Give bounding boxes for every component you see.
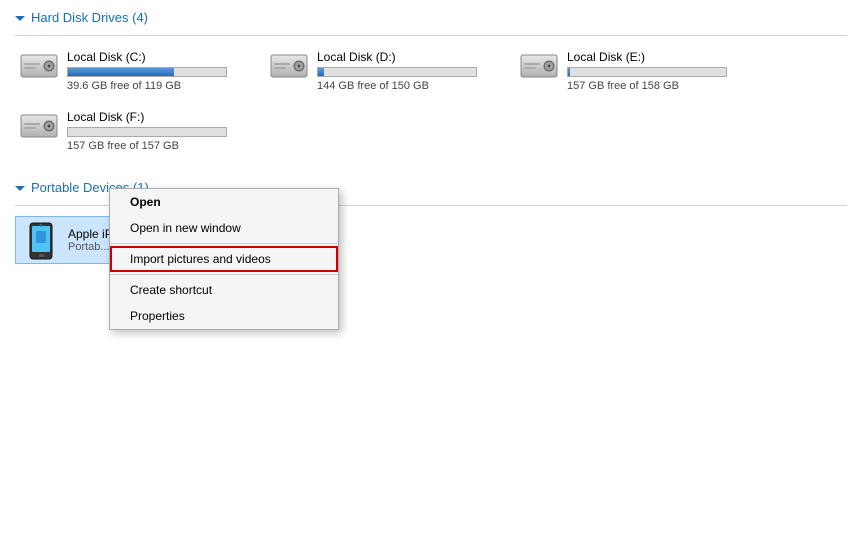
hdd-icon-d [269,50,309,82]
context-menu: Open Open in new window Import pictures … [109,188,339,330]
progress-bar-c [67,67,227,77]
progress-fill-e [568,68,570,76]
progress-bar-d [317,67,477,77]
drive-item-e[interactable]: Local Disk (E:) 157 GB free of 158 GB [515,46,765,96]
progress-fill-d [318,68,324,76]
drive-info-c: Local Disk (C:) 39.6 GB free of 119 GB [67,50,261,92]
collapse-triangle-hdd [15,16,25,21]
drive-info-e: Local Disk (E:) 157 GB free of 158 GB [567,50,761,92]
collapse-triangle-portable [15,186,25,191]
context-menu-open-new-window[interactable]: Open in new window [110,215,338,241]
context-menu-import[interactable]: Import pictures and videos [110,246,338,272]
hdd-divider [15,35,847,36]
drive-item-c[interactable]: Local Disk (C:) 39.6 GB free of 119 GB [15,46,265,96]
drive-name-f: Local Disk (F:) [67,110,261,124]
phone-icon [22,221,60,259]
hard-disk-section-title: Hard Disk Drives (4) [31,10,148,25]
drive-space-c: 39.6 GB free of 119 GB [67,80,261,92]
drive-info-d: Local Disk (D:) 144 GB free of 150 GB [317,50,511,92]
drive-info-f: Local Disk (F:) 157 GB free of 157 GB [67,110,261,152]
drive-name-c: Local Disk (C:) [67,50,261,64]
drive-space-d: 144 GB free of 150 GB [317,80,511,92]
hdd-icon-c [19,50,59,82]
progress-bar-e [567,67,727,77]
drive-item-d[interactable]: Local Disk (D:) 144 GB free of 150 GB [265,46,515,96]
hdd-icon-e [519,50,559,82]
drive-space-f: 157 GB free of 157 GB [67,140,261,152]
drive-item-f[interactable]: Local Disk (F:) 157 GB free of 157 GB [15,106,265,156]
context-menu-open[interactable]: Open [110,189,338,215]
drive-name-d: Local Disk (D:) [317,50,511,64]
context-menu-create-shortcut[interactable]: Create shortcut [110,277,338,303]
progress-bar-f [67,127,227,137]
drive-name-e: Local Disk (E:) [567,50,761,64]
context-menu-sep-2 [110,274,338,275]
hdd-icon-f [19,110,59,142]
hard-disk-section-header[interactable]: Hard Disk Drives (4) [15,10,847,25]
context-menu-sep-1 [110,243,338,244]
drives-grid: Local Disk (C:) 39.6 GB free of 119 GB [15,46,847,166]
context-menu-properties[interactable]: Properties [110,303,338,329]
progress-fill-c [68,68,174,76]
drive-space-e: 157 GB free of 158 GB [567,80,761,92]
